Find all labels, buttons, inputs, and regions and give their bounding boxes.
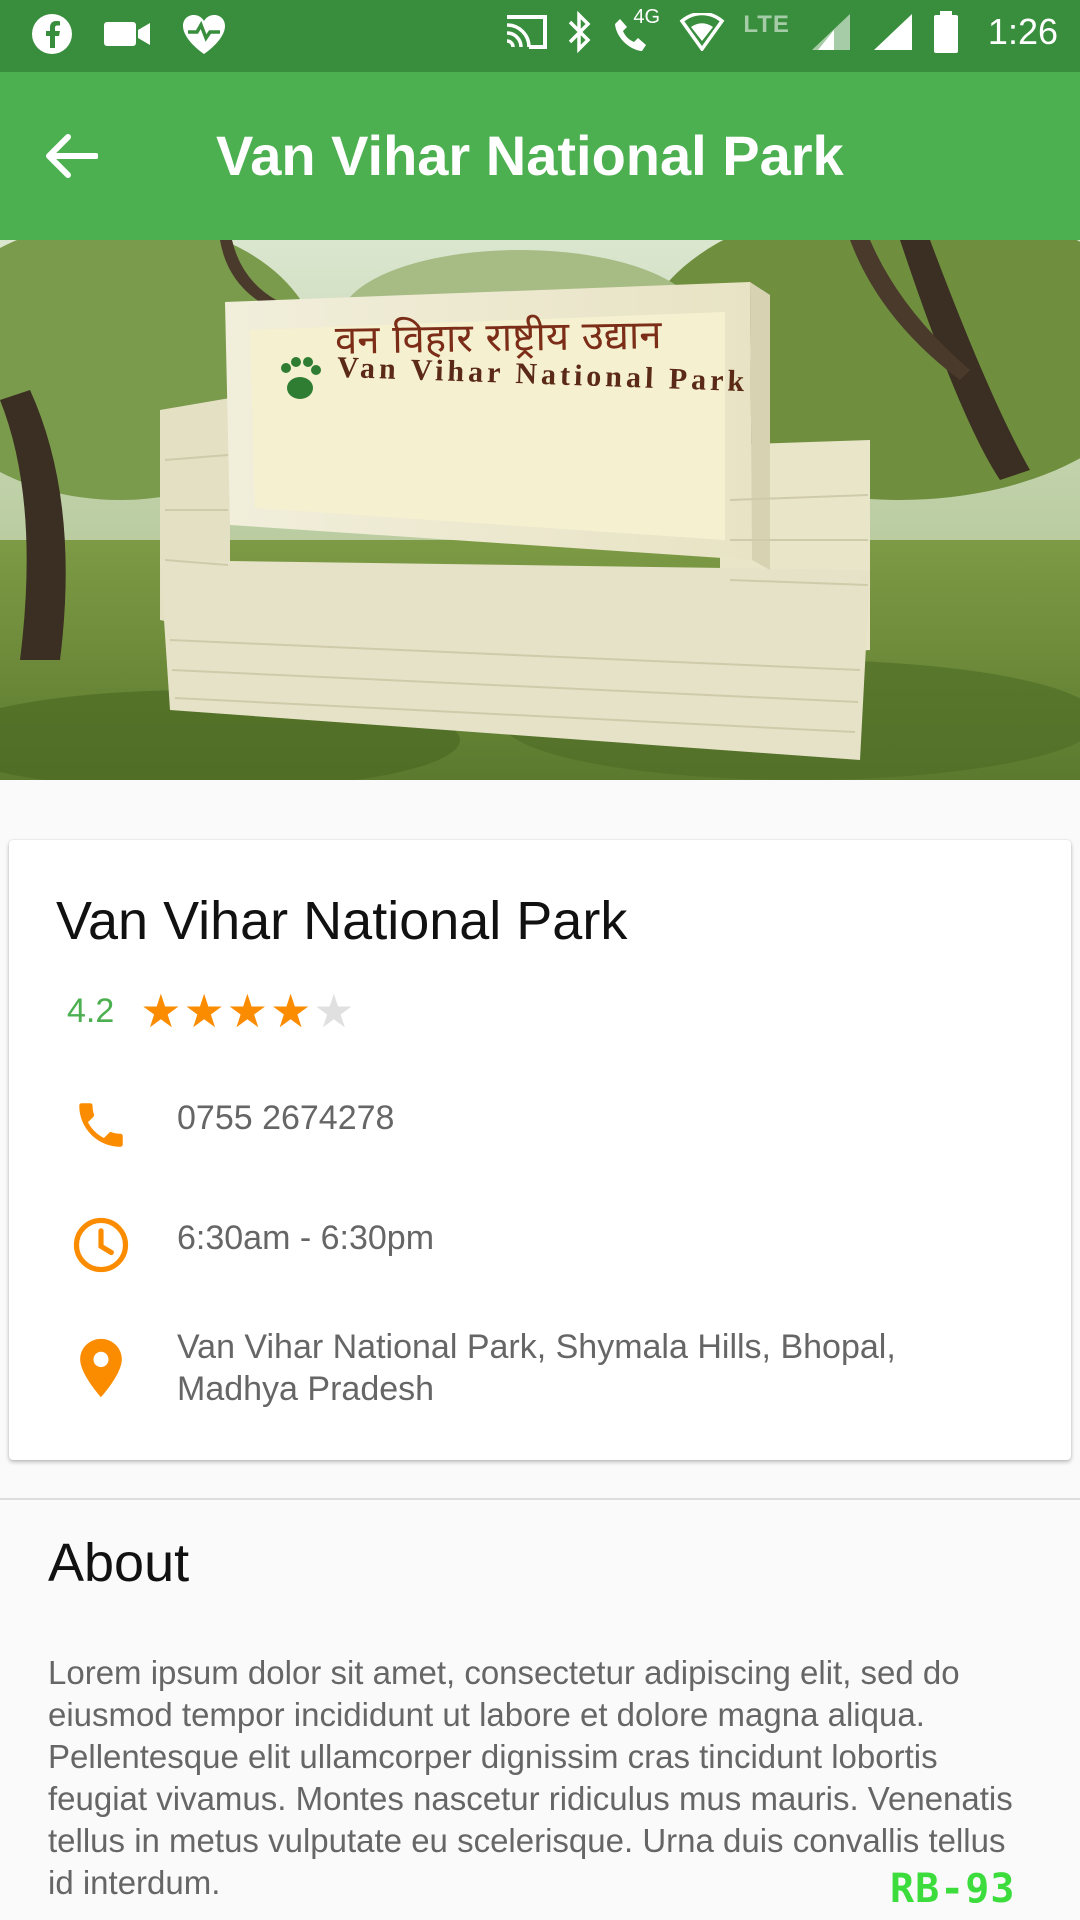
back-button[interactable] [44,124,124,188]
bluetooth-icon [569,10,591,54]
data-icon [680,13,725,51]
location-pin-icon [61,1328,141,1408]
about-heading: About [48,1533,190,1593]
clock-icon [61,1205,141,1285]
page-title: Van Vihar National Park [216,124,844,187]
watermark: RB-93 [890,1866,1016,1912]
wifi-call-icon: 4G [611,6,661,54]
star-empty-icon: ★ [313,985,355,1037]
signal-icon [873,14,912,50]
place-name: Van Vihar National Park [56,891,628,951]
phone-icon [61,1085,141,1165]
star-filled-icon: ★ [226,985,269,1037]
arrow-back-icon [46,134,98,178]
place-details-card: Van Vihar National Park 4.2 ★ ★ ★ ★ ★ 0755 2… [9,840,1071,1460]
battery-icon [933,11,958,53]
opening-hours: 6:30am - 6:30pm [177,1219,435,1257]
address: Van Vihar National Park, Shymala Hills, … [177,1328,896,1408]
app-bar: Van Vihar National Park [0,72,1080,240]
section-divider [0,1498,1080,1500]
rating-stars: ★ ★ ★ ★ ★ [140,988,354,1034]
facebook-icon [32,14,72,54]
lte-label: LTE [743,11,790,38]
clock: 1:26 [987,11,1058,52]
heart-health-icon [183,15,225,54]
status-bar-system: 4G LTE 1:26 [503,6,1058,54]
cast-icon [507,15,548,49]
rating-row: 4.2 ★ ★ ★ ★ ★ [67,988,355,1034]
status-bar: 4G LTE 1:26 [0,0,1080,72]
phone-number: 0755 2674278 [177,1099,395,1137]
network-type-label: 4G [633,6,661,28]
hero-image: वन विहार राष्ट्रीय उद्यान Van Vihar Nati… [0,240,1080,780]
video-call-icon [104,22,150,46]
signal-icon [811,14,850,50]
star-filled-icon: ★ [140,985,182,1037]
star-filled-icon: ★ [270,985,312,1037]
rating-value: 4.2 [67,991,115,1030]
star-filled-icon: ★ [183,985,225,1037]
status-bar-notifications [30,12,228,56]
